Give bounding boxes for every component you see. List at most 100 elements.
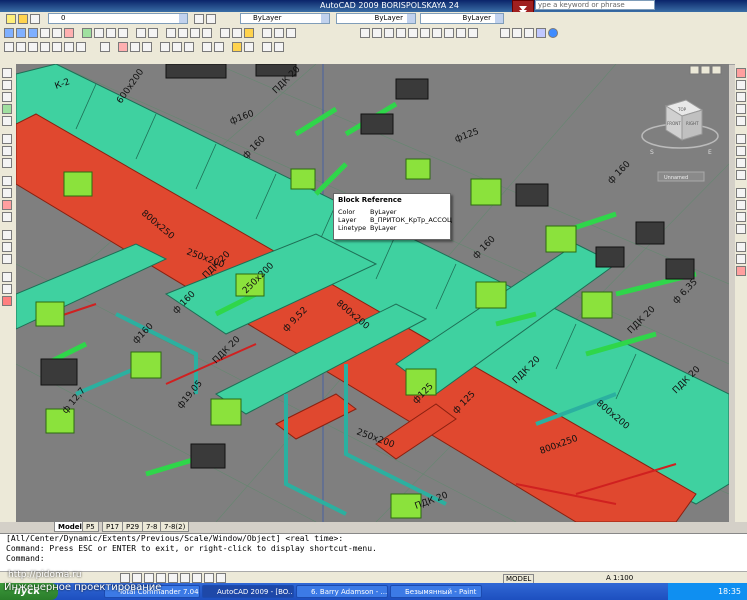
view-front-icon[interactable]	[408, 28, 418, 38]
view-nw-iso-icon[interactable]	[468, 28, 478, 38]
close-icon[interactable]	[711, 65, 722, 75]
region-left-icon[interactable]	[2, 272, 12, 282]
tab-7-8-2[interactable]: 7-8(2)	[160, 522, 190, 532]
erase-icon[interactable]	[736, 68, 746, 78]
ellipse-icon[interactable]	[2, 188, 12, 198]
design-center-icon[interactable]	[232, 28, 242, 38]
insert-block-icon[interactable]	[232, 42, 242, 52]
model-viewport[interactable]: ПДК 20 К-2 600x200 ф160 ф125 ф 160 800x2…	[16, 64, 729, 522]
join-icon[interactable]	[736, 224, 746, 234]
offset-icon[interactable]	[736, 104, 746, 114]
array-icon[interactable]	[736, 116, 746, 126]
dyn-icon[interactable]	[204, 573, 214, 583]
lineweight-combo[interactable]: ByLayer	[420, 13, 504, 24]
cut-icon[interactable]	[82, 28, 92, 38]
circle-icon[interactable]	[2, 146, 12, 156]
zoom-window-icon[interactable]	[190, 28, 200, 38]
paste-icon[interactable]	[106, 28, 116, 38]
otrack-icon[interactable]	[180, 573, 190, 583]
pan-icon[interactable]	[166, 28, 176, 38]
stretch-icon[interactable]	[736, 170, 746, 180]
mirror-icon[interactable]	[736, 92, 746, 102]
visual-style-2d-icon[interactable]	[500, 28, 510, 38]
linear-dim-icon[interactable]	[4, 42, 14, 52]
visual-style-realistic-icon[interactable]	[536, 28, 546, 38]
layer-previous-icon[interactable]	[206, 14, 216, 24]
block-icon[interactable]	[2, 212, 12, 222]
command-prompt[interactable]: Command:	[0, 554, 747, 564]
view-left-icon[interactable]	[384, 28, 394, 38]
gradient-icon[interactable]	[214, 42, 224, 52]
view-ne-iso-icon[interactable]	[456, 28, 466, 38]
tab-p17[interactable]: P17	[102, 522, 124, 532]
new-icon[interactable]	[4, 28, 14, 38]
polygon-icon[interactable]	[2, 104, 12, 114]
multileader-collect-icon[interactable]	[184, 42, 194, 52]
rotate-icon[interactable]	[736, 146, 746, 156]
plot-preview-icon[interactable]	[52, 28, 62, 38]
tool-palettes-icon[interactable]	[244, 28, 254, 38]
zoom-realtime-icon[interactable]	[178, 28, 188, 38]
color-combo[interactable]: ByLayer	[240, 13, 330, 24]
restore-icon[interactable]	[700, 65, 711, 75]
view-right-icon[interactable]	[396, 28, 406, 38]
trim-icon[interactable]	[736, 188, 746, 198]
ducs-icon[interactable]	[192, 573, 202, 583]
arc-length-icon[interactable]	[28, 42, 38, 52]
linetype-combo[interactable]: ByLayer	[336, 13, 416, 24]
view-se-iso-icon[interactable]	[444, 28, 454, 38]
hatch-icon[interactable]	[202, 42, 212, 52]
save-icon[interactable]	[28, 28, 38, 38]
explode-icon[interactable]	[736, 266, 746, 276]
fillet-icon[interactable]	[736, 254, 746, 264]
visual-style-3d-icon[interactable]	[512, 28, 522, 38]
layer-on-icon[interactable]	[6, 14, 16, 24]
insert-icon[interactable]	[2, 200, 12, 210]
view-sw-iso-icon[interactable]	[432, 28, 442, 38]
chamfer-icon[interactable]	[736, 242, 746, 252]
rectangle-icon[interactable]	[2, 116, 12, 126]
make-block-icon[interactable]	[244, 42, 254, 52]
copy-icon[interactable]	[94, 28, 104, 38]
region-icon[interactable]	[262, 42, 272, 52]
print-icon[interactable]	[40, 28, 50, 38]
multileader-align-icon[interactable]	[172, 42, 182, 52]
polyline-icon[interactable]	[2, 92, 12, 102]
copy-object-icon[interactable]	[736, 80, 746, 90]
arc-icon[interactable]	[2, 134, 12, 144]
tab-p29[interactable]: P29	[122, 522, 144, 532]
spline-icon[interactable]	[2, 176, 12, 186]
help-search-input[interactable]: ype a keyword or phrase	[535, 0, 655, 10]
publish-icon[interactable]	[64, 28, 74, 38]
multileader-icon[interactable]	[160, 42, 170, 52]
redo-icon[interactable]	[148, 28, 158, 38]
move-icon[interactable]	[736, 134, 746, 144]
minimize-icon[interactable]	[689, 65, 700, 75]
extend-icon[interactable]	[736, 200, 746, 210]
table-icon[interactable]	[274, 42, 284, 52]
quickcalc-icon[interactable]	[286, 28, 296, 38]
match-properties-icon[interactable]	[118, 28, 128, 38]
tab-p5[interactable]: P5	[82, 522, 99, 532]
task-barry-adamson[interactable]: 6. Barry Adamson - ...	[296, 585, 388, 598]
diameter-dim-icon[interactable]	[64, 42, 74, 52]
task-autocad[interactable]: AutoCAD 2009 - [BO...	[202, 585, 294, 598]
dim-style-icon[interactable]	[130, 42, 140, 52]
layer-freeze-icon[interactable]	[18, 14, 28, 24]
make-current-layer-icon[interactable]	[194, 14, 204, 24]
mtext-icon[interactable]	[2, 296, 12, 306]
zoom-previous-icon[interactable]	[202, 28, 212, 38]
scale-icon[interactable]	[736, 158, 746, 168]
open-icon[interactable]	[16, 28, 26, 38]
table-left-icon[interactable]	[2, 284, 12, 294]
annotation-scale[interactable]: A 1:100	[606, 574, 633, 582]
viewcube[interactable]: TOP FRONT RIGHT S E Unnamed	[641, 99, 719, 182]
undo-icon[interactable]	[136, 28, 146, 38]
table-style-icon[interactable]	[142, 42, 152, 52]
line-icon[interactable]	[2, 68, 12, 78]
radius-dim-icon[interactable]	[52, 42, 62, 52]
gradient-left-icon[interactable]	[2, 254, 12, 264]
view-bottom-icon[interactable]	[372, 28, 382, 38]
tab-7-8[interactable]: 7-8	[142, 522, 162, 532]
aligned-dim-icon[interactable]	[16, 42, 26, 52]
